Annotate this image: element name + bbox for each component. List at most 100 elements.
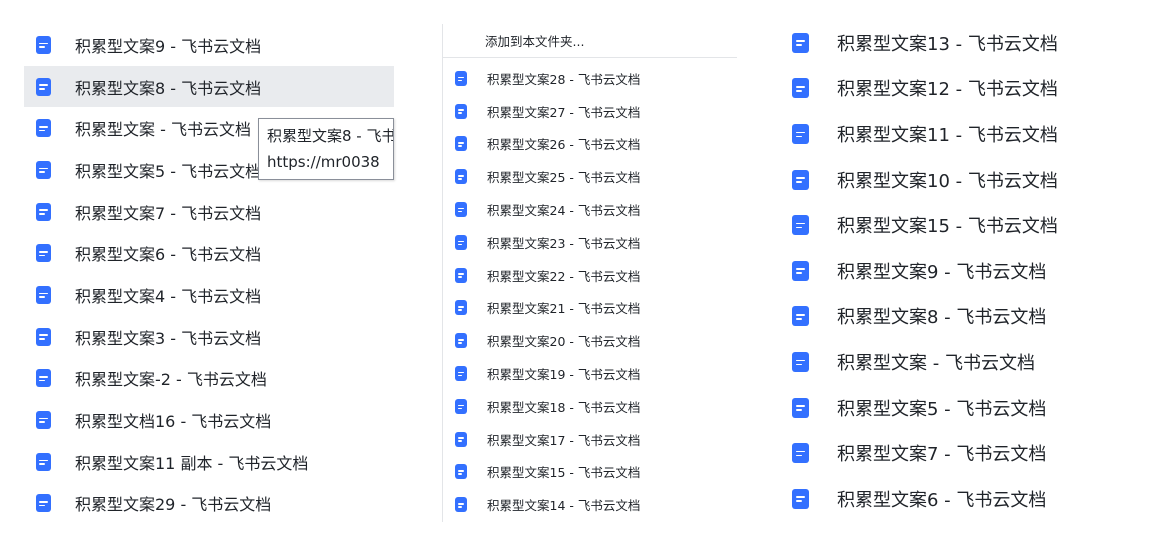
bookmark-item[interactable]: 积累型文案8 - 飞书云文档 — [790, 294, 1150, 340]
menu-bookmark-item[interactable]: 积累型文案25 - 飞书云文档 — [443, 160, 737, 193]
document-icon — [455, 333, 467, 349]
bookmark-label: 积累型文案20 - 飞书云文档 — [487, 334, 641, 350]
bookmark-list-right: 积累型文案13 - 飞书云文档 积累型文案12 - 飞书云文档 积累型文案11 … — [790, 20, 1150, 522]
bookmark-item[interactable]: 积累型文案6 - 飞书云文档 — [24, 232, 394, 274]
menu-bookmark-item[interactable]: 积累型文案20 - 飞书云文档 — [443, 324, 737, 357]
bookmark-tooltip: 积累型文案8 - 飞书云文档 https://mr0038 — [258, 118, 394, 180]
bookmark-label: 积累型文案 - 飞书云文档 — [75, 120, 251, 140]
document-icon — [455, 300, 467, 316]
bookmark-item[interactable]: 积累型文案 - 飞书云文档 — [790, 339, 1150, 385]
document-icon — [792, 306, 809, 327]
document-icon — [36, 411, 51, 430]
bookmark-item[interactable]: 积累型文案-2 - 飞书云文档 — [24, 358, 394, 400]
bookmark-label: 积累型文案11 副本 - 飞书云文档 — [75, 453, 309, 473]
bookmark-item[interactable]: 积累型文案15 - 飞书云文档 — [790, 202, 1150, 248]
bookmark-label: 积累型文案8 - 飞书云文档 — [837, 307, 1047, 329]
document-icon — [455, 234, 467, 250]
document-icon — [36, 369, 51, 388]
bookmark-item[interactable]: 积累型文案7 - 飞书云文档 — [24, 191, 394, 233]
bookmark-item[interactable]: 积累型文案29 - 飞书云文档 — [24, 483, 394, 525]
document-icon — [36, 327, 51, 346]
bookmark-label: 积累型文案6 - 飞书云文档 — [837, 489, 1047, 511]
bookmark-label: 积累型文案17 - 飞书云文档 — [487, 432, 641, 448]
document-icon — [455, 398, 467, 414]
document-icon — [455, 366, 467, 382]
bookmark-label: 积累型文案21 - 飞书云文档 — [487, 301, 641, 317]
document-icon — [455, 70, 467, 86]
bookmark-label: 积累型文案9 - 飞书云文档 — [837, 261, 1047, 283]
document-icon — [792, 32, 809, 53]
bookmark-label: 积累型文案27 - 飞书云文档 — [487, 104, 641, 120]
menu-bookmark-item[interactable]: 积累型文案26 - 飞书云文档 — [443, 128, 737, 161]
menu-bookmark-item[interactable]: 积累型文案15 - 飞书云文档 — [443, 456, 737, 489]
bookmark-label: 积累型文案7 - 飞书云文档 — [75, 203, 262, 223]
bookmark-label: 积累型文案12 - 飞书云文档 — [837, 79, 1058, 101]
bookmark-list-left: 积累型文案9 - 飞书云文档 积累型文案8 - 飞书云文档 积累型文案 - 飞书… — [24, 24, 394, 524]
menu-bookmark-item[interactable]: 积累型文案22 - 飞书云文档 — [443, 259, 737, 292]
menu-bookmark-item[interactable]: 积累型文案19 - 飞书云文档 — [443, 357, 737, 390]
menu-bookmark-item[interactable]: 积累型文案23 - 飞书云文档 — [443, 226, 737, 259]
bookmark-label: 积累型文案7 - 飞书云文档 — [837, 444, 1047, 466]
folder-menu: 添加到本文件夹... 积累型文案28 - 飞书云文档 积累型文案27 - 飞书云… — [442, 24, 737, 522]
bookmark-label: 积累型文案24 - 飞书云文档 — [487, 203, 641, 219]
bookmark-label: 积累型文案3 - 飞书云文档 — [75, 328, 262, 348]
bookmark-item[interactable]: 积累型文案7 - 飞书云文档 — [790, 430, 1150, 476]
menu-bookmark-item[interactable]: 积累型文案14 - 飞书云文档 — [443, 488, 737, 521]
document-icon — [792, 260, 809, 281]
bookmark-label: 积累型文案11 - 飞书云文档 — [837, 124, 1058, 146]
add-to-folder-menu-item[interactable]: 添加到本文件夹... — [443, 24, 737, 58]
document-icon — [455, 431, 467, 447]
menu-bookmark-item[interactable]: 积累型文案27 - 飞书云文档 — [443, 95, 737, 128]
bookmark-item[interactable]: 积累型文案5 - 飞书云文档 — [790, 385, 1150, 431]
bookmark-item[interactable]: 积累型文案3 - 飞书云文档 — [24, 316, 394, 358]
bookmark-item[interactable]: 积累型文档16 - 飞书云文档 — [24, 399, 394, 441]
bookmark-item[interactable]: 积累型文案11 副本 - 飞书云文档 — [24, 441, 394, 483]
bookmark-item-hovered[interactable]: 积累型文案8 - 飞书云文档 — [24, 65, 394, 108]
bookmark-label: 积累型文案28 - 飞书云文档 — [487, 71, 641, 87]
document-icon — [792, 443, 809, 464]
document-icon — [455, 267, 467, 283]
menu-bookmark-item[interactable]: 积累型文案18 - 飞书云文档 — [443, 390, 737, 423]
document-icon — [455, 103, 467, 119]
tooltip-title: 积累型文案8 - 飞书云文档 — [267, 127, 394, 145]
menu-bookmark-item[interactable]: 积累型文案24 - 飞书云文档 — [443, 193, 737, 226]
bookmark-label: 积累型文案29 - 飞书云文档 — [75, 495, 272, 515]
menu-bookmark-item[interactable]: 积累型文案28 - 飞书云文档 — [443, 62, 737, 95]
bookmark-label: 积累型文案19 - 飞书云文档 — [487, 367, 641, 383]
document-icon — [792, 351, 809, 372]
bookmark-item[interactable]: 积累型文案13 - 飞书云文档 — [790, 20, 1150, 66]
bookmark-label: 积累型文案23 - 飞书云文档 — [487, 235, 641, 251]
menu-bookmark-item[interactable]: 积累型文案17 - 飞书云文档 — [443, 423, 737, 456]
bookmark-item[interactable]: 积累型文案6 - 飞书云文档 — [790, 476, 1150, 522]
bookmark-label: 积累型文案18 - 飞书云文档 — [487, 399, 641, 415]
document-icon — [36, 77, 51, 96]
bookmark-label: 积累型文案8 - 飞书云文档 — [75, 78, 262, 98]
document-icon — [792, 397, 809, 418]
document-icon — [792, 78, 809, 99]
bookmark-label: 积累型文案6 - 飞书云文档 — [75, 245, 262, 265]
bookmark-label: 积累型文案13 - 飞书云文档 — [837, 33, 1058, 55]
document-icon — [455, 464, 467, 480]
menu-bookmark-item[interactable]: 积累型文案21 - 飞书云文档 — [443, 292, 737, 325]
document-icon — [36, 202, 51, 221]
document-icon — [792, 488, 809, 509]
bookmark-item[interactable]: 积累型文案4 - 飞书云文档 — [24, 274, 394, 316]
bookmark-item[interactable]: 积累型文案10 - 飞书云文档 — [790, 157, 1150, 203]
document-icon — [455, 497, 467, 513]
document-icon — [36, 494, 51, 513]
bookmark-item[interactable]: 积累型文案12 - 飞书云文档 — [790, 66, 1150, 112]
document-icon — [792, 123, 809, 144]
bookmark-label: 积累型文案10 - 飞书云文档 — [837, 170, 1058, 192]
document-icon — [455, 169, 467, 185]
bookmark-item[interactable]: 积累型文案11 - 飞书云文档 — [790, 111, 1150, 157]
bookmark-label: 积累型文案-2 - 飞书云文档 — [75, 370, 267, 390]
bookmark-item[interactable]: 积累型文案9 - 飞书云文档 — [790, 248, 1150, 294]
document-icon — [36, 119, 51, 138]
document-icon — [455, 202, 467, 218]
bookmark-label: 积累型文案25 - 飞书云文档 — [487, 170, 641, 186]
document-icon — [36, 285, 51, 304]
bookmark-label: 积累型文案5 - 飞书云文档 — [837, 398, 1047, 420]
document-icon — [36, 35, 51, 54]
bookmark-item[interactable]: 积累型文案9 - 飞书云文档 — [24, 24, 394, 66]
bookmark-label: 积累型文案14 - 飞书云文档 — [487, 498, 641, 514]
